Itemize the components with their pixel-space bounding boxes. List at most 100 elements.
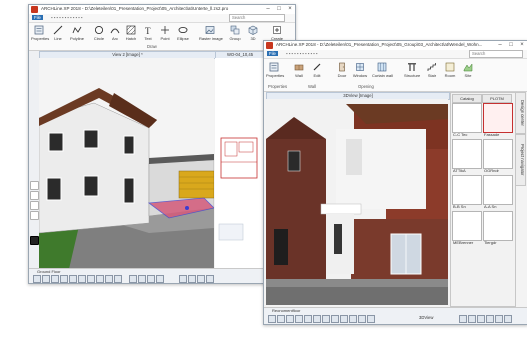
ribbon-wall-button[interactable]: Wall	[291, 62, 307, 78]
properties-icon	[269, 62, 279, 72]
back-3d-view[interactable]	[39, 58, 214, 269]
ribbon-ellipse-button[interactable]: Ellipse	[175, 25, 191, 41]
tool-zoom[interactable]	[30, 201, 39, 210]
status-icon-9[interactable]	[340, 315, 348, 323]
thumb-tiergdr[interactable]	[483, 211, 513, 241]
ribbon-edit-button[interactable]: Edit	[309, 62, 325, 78]
status-icon-18[interactable]	[504, 315, 512, 323]
status-icon-16[interactable]	[486, 315, 494, 323]
ribbon-3d-button[interactable]: 3D	[245, 25, 261, 41]
status-icon-7[interactable]	[87, 275, 95, 283]
thumb-mebrenner[interactable]	[452, 211, 482, 241]
ribbon-circle-button[interactable]: Circle	[91, 25, 107, 41]
minimize-icon[interactable]: –	[263, 5, 273, 14]
status-icon-7[interactable]	[322, 315, 330, 323]
status-icon-1[interactable]	[268, 315, 276, 323]
ribbon-curtain-wall-button[interactable]: Curtain wall	[372, 62, 393, 78]
design-center-tab-catalog[interactable]: Catalog	[452, 94, 482, 103]
status-icon-17[interactable]	[197, 275, 205, 283]
status-icon-4[interactable]	[295, 315, 303, 323]
status-icon-11[interactable]	[129, 275, 137, 283]
status-icon-5[interactable]	[304, 315, 312, 323]
thumb-label: MEBrenner	[453, 240, 474, 245]
tool-orbit[interactable]	[30, 211, 39, 220]
back-plan-view[interactable]	[215, 58, 263, 269]
close-icon[interactable]: ×	[517, 41, 527, 50]
ribbon-create-button[interactable]: Create	[269, 25, 285, 41]
ribbon-raster-image-button[interactable]: Raster image	[199, 25, 223, 41]
status-icon-3[interactable]	[51, 275, 59, 283]
thumb-attika[interactable]	[452, 139, 482, 169]
status-icon-17[interactable]	[495, 315, 503, 323]
maximize-icon[interactable]: □	[274, 5, 284, 14]
status-icon-1[interactable]	[33, 275, 41, 283]
menu-file[interactable]: File	[32, 15, 43, 20]
maximize-icon[interactable]: □	[506, 41, 516, 50]
search-input[interactable]: Search	[469, 50, 523, 58]
ribbon-point-button[interactable]: Point	[157, 25, 173, 41]
ribbon-label: Point	[160, 36, 170, 41]
status-icon-18[interactable]	[206, 275, 214, 283]
ribbon-properties-button[interactable]: Properties	[266, 62, 285, 78]
status-icon-14[interactable]	[156, 275, 164, 283]
front-floor-label[interactable]: Reonomentfloor	[272, 308, 300, 313]
minimize-icon[interactable]: –	[495, 41, 505, 50]
ribbon-door-button[interactable]: Door	[334, 62, 350, 78]
ribbon-group-button[interactable]: Group	[227, 25, 243, 41]
status-icon-14[interactable]	[468, 315, 476, 323]
status-icon-8[interactable]	[96, 275, 104, 283]
status-icon-15[interactable]	[477, 315, 485, 323]
menu-file[interactable]: File	[267, 51, 278, 56]
ribbon-group-wall: Wall	[308, 84, 316, 89]
ribbon-stair-button[interactable]: Stair	[424, 62, 440, 78]
status-icon-10[interactable]	[114, 275, 122, 283]
status-icon-4[interactable]	[60, 275, 68, 283]
ribbon-window-button[interactable]: Window	[352, 62, 368, 78]
thumb-b-b-sn[interactable]	[452, 175, 482, 205]
side-tab-project-navigator[interactable]: Project navigator	[515, 134, 526, 186]
thumb-fassade[interactable]	[483, 103, 513, 133]
ribbon-site-button[interactable]: Site	[460, 62, 476, 78]
status-icon-3[interactable]	[286, 315, 294, 323]
side-tab-design-center[interactable]: Design center	[515, 92, 526, 134]
thumb-c-c-tec[interactable]	[452, 103, 482, 133]
status-icon-15[interactable]	[179, 275, 187, 283]
status-icon-10[interactable]	[349, 315, 357, 323]
ribbon-structure-button[interactable]: Structure	[404, 62, 420, 78]
status-icon-6[interactable]	[313, 315, 321, 323]
status-icon-6[interactable]	[78, 275, 86, 283]
tool-select[interactable]	[30, 181, 39, 190]
status-icon-5[interactable]	[69, 275, 77, 283]
status-icon-13[interactable]	[147, 275, 155, 283]
tool-pan[interactable]	[30, 191, 39, 200]
front-3d-view[interactable]	[266, 99, 448, 305]
design-center-tab-plotm[interactable]: PLOTM	[482, 94, 512, 103]
ribbon-text-button[interactable]: T Text	[140, 25, 156, 41]
status-view-label[interactable]: 3DView	[419, 315, 433, 320]
close-icon[interactable]: ×	[285, 5, 295, 14]
status-icon-12[interactable]	[138, 275, 146, 283]
ribbon-arc-button[interactable]: Arc	[107, 25, 123, 41]
tool-expand[interactable]	[30, 236, 39, 245]
status-icon-2[interactable]	[42, 275, 50, 283]
ribbon-polyline-button[interactable]: Polyline	[69, 25, 85, 41]
ribbon-label: Hatch	[125, 36, 137, 41]
status-icon-2[interactable]	[277, 315, 285, 323]
status-icon-13[interactable]	[459, 315, 467, 323]
ribbon-properties-button[interactable]: Properties	[31, 25, 49, 41]
ribbon-hatch-button[interactable]: Hatch	[123, 25, 139, 41]
ribbon-line-button[interactable]: Line	[50, 25, 66, 41]
back-floor-label[interactable]: Ground Floor	[37, 269, 61, 274]
status-icon-9[interactable]	[105, 275, 113, 283]
status-icon-8[interactable]	[331, 315, 339, 323]
status-icon-11[interactable]	[358, 315, 366, 323]
quick-access-toolbar[interactable]: ▪ ▪ ▪ ▪ ▪ ▪ ▪ ▪ ▪ ▪ ▪ ▪	[286, 51, 317, 56]
search-input[interactable]: Search	[229, 14, 285, 22]
thumb-a-a-sn[interactable]	[483, 175, 513, 205]
quick-access-toolbar[interactable]: ▪ ▪ ▪ ▪ ▪ ▪ ▪ ▪ ▪ ▪ ▪ ▪	[51, 15, 82, 20]
ribbon-label: Properties	[266, 73, 285, 78]
status-icon-12[interactable]	[367, 315, 375, 323]
ribbon-room-button[interactable]: Room	[442, 62, 458, 78]
thumb-ogrndr[interactable]	[483, 139, 513, 169]
status-icon-16[interactable]	[188, 275, 196, 283]
